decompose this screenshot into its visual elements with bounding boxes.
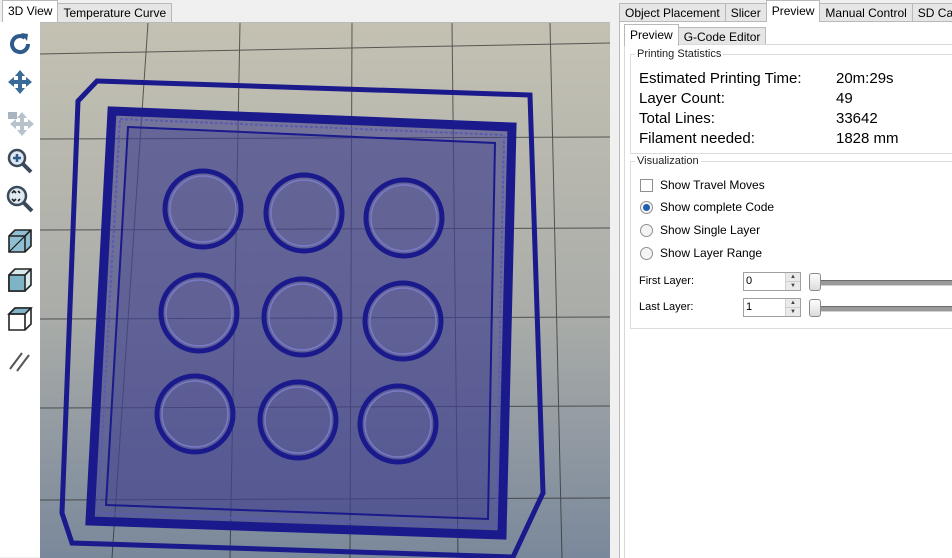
- radio-button-selected[interactable]: [640, 200, 653, 214]
- show-travel-moves-label: Show Travel Moves: [660, 178, 765, 192]
- down-arrow-icon[interactable]: ▼: [786, 307, 800, 316]
- show-layer-range-label: Show Layer Range: [660, 246, 763, 260]
- last-layer-slider-track[interactable]: [816, 306, 952, 312]
- layer-count-label: Layer Count:: [639, 90, 725, 107]
- last-layer-value[interactable]: 1: [746, 301, 752, 313]
- show-travel-moves-checkbox[interactable]: Show Travel Moves: [640, 178, 765, 192]
- tab-temperature-curve[interactable]: Temperature Curve: [57, 3, 173, 22]
- move-object-icon[interactable]: [4, 106, 36, 138]
- radio-show-layer-range[interactable]: Show Layer Range: [640, 246, 762, 260]
- last-layer-stepper[interactable]: 1 ▲ ▼: [743, 298, 801, 317]
- radio-show-complete-code[interactable]: Show complete Code: [640, 200, 774, 214]
- show-complete-code-label: Show complete Code: [660, 200, 775, 214]
- view-tabs: 3D View Temperature Curve: [2, 0, 173, 22]
- main-tabs: Object Placement Slicer Preview Manual C…: [619, 0, 952, 22]
- first-layer-stepper[interactable]: 0 ▲ ▼: [743, 272, 801, 291]
- total-lines-value: 33642: [836, 110, 878, 127]
- first-layer-value[interactable]: 0: [746, 275, 752, 287]
- total-lines-label: Total Lines:: [639, 110, 715, 127]
- tab-3d-view[interactable]: 3D View: [2, 0, 59, 22]
- splitter[interactable]: [610, 22, 619, 557]
- last-layer-label: Last Layer:: [639, 301, 694, 313]
- front-view-icon[interactable]: [4, 264, 36, 296]
- estimated-time-label: Estimated Printing Time:: [639, 70, 802, 87]
- layer-count-value: 49: [836, 90, 853, 107]
- show-single-layer-label: Show Single Layer: [660, 223, 761, 237]
- filament-needed-value: 1828 mm: [836, 130, 899, 147]
- tab-manual-control[interactable]: Manual Control: [819, 3, 913, 22]
- up-arrow-icon[interactable]: ▲: [786, 273, 800, 281]
- radio-button[interactable]: [640, 246, 653, 260]
- gcode-toolpath-render: [40, 23, 610, 558]
- tab-preview[interactable]: Preview: [765, 0, 821, 22]
- radio-show-single-layer[interactable]: Show Single Layer: [640, 223, 760, 237]
- move-icon[interactable]: [4, 66, 36, 98]
- tab-slicer[interactable]: Slicer: [724, 3, 767, 22]
- 3d-viewport[interactable]: [40, 22, 610, 558]
- tab-sd-card[interactable]: SD Card: [911, 3, 952, 22]
- tab-object-placement[interactable]: Object Placement: [619, 3, 726, 22]
- up-arrow-icon[interactable]: ▲: [786, 299, 800, 307]
- preview-subtabs: Preview G-Code Editor: [624, 24, 767, 46]
- filament-needed-label: Filament needed:: [639, 130, 755, 147]
- rotate-icon[interactable]: [4, 28, 36, 60]
- first-layer-slider-track[interactable]: [816, 280, 952, 286]
- zoom-icon[interactable]: [4, 145, 36, 177]
- last-layer-slider-thumb[interactable]: [809, 299, 821, 317]
- down-arrow-icon[interactable]: ▼: [786, 281, 800, 290]
- subtab-preview[interactable]: Preview: [624, 24, 679, 46]
- estimated-time-value: 20m:29s: [836, 70, 894, 87]
- view-toolbar: [0, 22, 41, 557]
- first-layer-slider-thumb[interactable]: [809, 273, 821, 291]
- parallel-projection-icon[interactable]: [4, 345, 36, 377]
- fit-view-icon[interactable]: [4, 183, 36, 215]
- checkbox-box[interactable]: [640, 178, 653, 192]
- first-layer-label: First Layer:: [639, 275, 695, 287]
- visualization-title: Visualization: [637, 155, 699, 167]
- radio-button[interactable]: [640, 223, 653, 237]
- top-view-icon[interactable]: [4, 303, 36, 335]
- printing-statistics-title: Printing Statistics: [637, 48, 722, 60]
- isometric-view-icon[interactable]: [4, 225, 36, 257]
